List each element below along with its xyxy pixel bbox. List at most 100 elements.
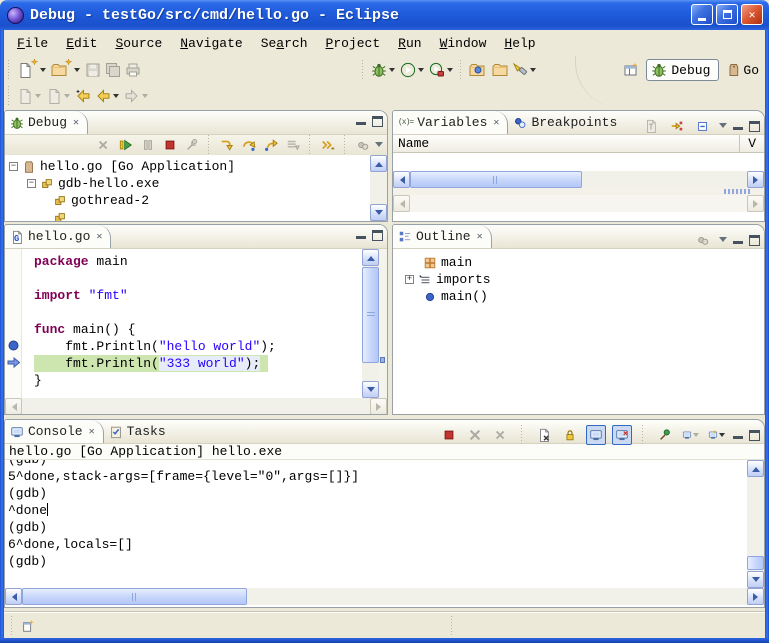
menu-source[interactable]: Source bbox=[106, 34, 171, 53]
current-debug-line[interactable]: fmt.Println("333 world"); bbox=[34, 355, 362, 372]
minimize-view-button[interactable] bbox=[733, 434, 743, 439]
column-divider[interactable] bbox=[739, 135, 740, 152]
menu-navigate[interactable]: Navigate bbox=[171, 34, 251, 53]
remove-all-launches-button[interactable] bbox=[491, 425, 511, 445]
external-tools-dropdown[interactable] bbox=[447, 68, 453, 75]
scroll-right-button[interactable] bbox=[747, 171, 764, 188]
remove-all-terminated-button[interactable] bbox=[94, 135, 114, 155]
console-vertical-scrollbar[interactable] bbox=[747, 460, 764, 588]
toolbar-grip[interactable] bbox=[361, 60, 366, 80]
perspective-debug-button[interactable]: Debug bbox=[646, 59, 719, 81]
scroll-left-button[interactable] bbox=[5, 588, 22, 605]
previous-annotation-dropdown[interactable] bbox=[64, 94, 70, 101]
scroll-lock-button[interactable] bbox=[560, 425, 580, 445]
outline-item-package[interactable]: main bbox=[393, 254, 764, 271]
column-name[interactable]: Name bbox=[398, 136, 429, 151]
outline-item-imports[interactable]: + imports bbox=[393, 271, 764, 288]
search-dropdown[interactable] bbox=[530, 68, 536, 75]
scroll-up-button[interactable] bbox=[747, 460, 764, 477]
fast-view-button[interactable] bbox=[18, 616, 38, 636]
pin-console-button[interactable] bbox=[655, 425, 675, 445]
toolbar-grip[interactable] bbox=[7, 86, 12, 106]
close-button[interactable]: ✕ bbox=[741, 4, 763, 25]
code-area[interactable]: package main import "fmt" func main() { … bbox=[22, 249, 362, 398]
scroll-up-button[interactable] bbox=[362, 249, 379, 266]
maximize-view-button[interactable] bbox=[372, 116, 383, 127]
show-logical-structure-button[interactable] bbox=[667, 116, 687, 136]
title-bar[interactable]: Debug - testGo/src/cmd/hello.go - Eclips… bbox=[0, 0, 769, 30]
tab-tasks[interactable]: Tasks bbox=[104, 420, 174, 443]
scroll-left-button[interactable] bbox=[393, 171, 410, 188]
maximize-view-button[interactable] bbox=[749, 121, 760, 132]
debug-launch-button[interactable] bbox=[369, 58, 398, 82]
console-output[interactable]: (gdb) 5^done,stack-args=[frame={level="0… bbox=[5, 460, 764, 588]
collapse-icon[interactable]: − bbox=[27, 179, 36, 188]
editor-vertical-scrollbar[interactable] bbox=[362, 249, 379, 398]
perspective-go-button[interactable]: Go bbox=[724, 58, 761, 82]
tab-console[interactable]: Console ✕ bbox=[5, 420, 104, 443]
toolbar-grip[interactable] bbox=[459, 60, 464, 80]
disconnect-button[interactable] bbox=[182, 135, 202, 155]
minimize-view-button[interactable] bbox=[356, 234, 366, 239]
print-button[interactable] bbox=[123, 58, 143, 82]
last-edit-location-button[interactable] bbox=[73, 84, 93, 108]
maximize-button[interactable] bbox=[716, 4, 738, 25]
suspend-button[interactable] bbox=[138, 135, 158, 155]
variables-horizontal-scrollbar[interactable] bbox=[393, 171, 764, 188]
clear-console-button[interactable] bbox=[534, 425, 554, 445]
display-console-dropdown[interactable] bbox=[693, 433, 699, 440]
step-over-button[interactable] bbox=[239, 135, 259, 155]
view-menu-chevron[interactable] bbox=[719, 123, 727, 132]
console-terminate-button[interactable] bbox=[439, 425, 459, 445]
maximize-view-button[interactable] bbox=[749, 235, 760, 246]
new-folder-button[interactable] bbox=[49, 58, 83, 82]
scroll-right-button[interactable] bbox=[747, 588, 764, 605]
view-menu-chevron[interactable] bbox=[375, 142, 383, 151]
back-button[interactable] bbox=[93, 84, 122, 108]
open-type-button[interactable] bbox=[490, 58, 510, 82]
close-tab-icon[interactable]: ✕ bbox=[477, 231, 483, 243]
new-wizard-button[interactable] bbox=[15, 58, 49, 82]
run-launch-dropdown[interactable] bbox=[418, 68, 424, 75]
drop-to-frame-button[interactable] bbox=[283, 135, 303, 155]
next-annotation-button[interactable] bbox=[15, 84, 44, 108]
debug-tree-item-process[interactable]: − gdb-hello.exe bbox=[5, 175, 387, 192]
scroll-down-button[interactable] bbox=[747, 571, 764, 588]
debug-tree-item-clipped[interactable] bbox=[5, 209, 387, 221]
close-tab-icon[interactable]: ✕ bbox=[73, 117, 79, 129]
expand-icon[interactable]: + bbox=[405, 275, 414, 284]
open-perspective-button[interactable] bbox=[621, 58, 641, 82]
outline-item-main-func[interactable]: main() bbox=[393, 288, 764, 305]
new-folder-dropdown[interactable] bbox=[74, 68, 80, 75]
open-console-dropdown[interactable] bbox=[719, 433, 725, 440]
minimize-view-button[interactable] bbox=[356, 120, 366, 125]
tab-hello-go[interactable]: G hello.go ✕ bbox=[5, 225, 111, 248]
show-stdout-button[interactable] bbox=[586, 425, 606, 445]
tab-outline[interactable]: Outline ✕ bbox=[393, 225, 492, 248]
menu-edit[interactable]: Edit bbox=[57, 34, 106, 53]
minimize-view-button[interactable] bbox=[733, 239, 743, 244]
show-type-names-button[interactable] bbox=[641, 116, 661, 136]
outline-toolbar-button[interactable] bbox=[693, 230, 713, 250]
previous-annotation-button[interactable] bbox=[44, 84, 73, 108]
scroll-thumb[interactable] bbox=[747, 556, 764, 570]
editor-body[interactable]: package main import "fmt" func main() { … bbox=[5, 249, 387, 398]
sash-grip[interactable] bbox=[724, 189, 750, 194]
column-value[interactable]: V bbox=[748, 136, 756, 151]
close-tab-icon[interactable]: ✕ bbox=[96, 231, 102, 243]
maximize-view-button[interactable] bbox=[372, 230, 383, 241]
debug-vertical-scrollbar[interactable] bbox=[370, 155, 387, 221]
scroll-thumb[interactable] bbox=[410, 171, 582, 188]
scroll-thumb[interactable] bbox=[362, 267, 379, 363]
terminate-button[interactable] bbox=[160, 135, 180, 155]
menu-file[interactable]: File bbox=[8, 34, 57, 53]
resume-button[interactable] bbox=[116, 135, 136, 155]
step-return-button[interactable] bbox=[261, 135, 281, 155]
remove-launch-button[interactable] bbox=[465, 425, 485, 445]
use-step-filters-button[interactable] bbox=[318, 135, 338, 155]
run-launch-button[interactable] bbox=[398, 58, 427, 82]
minimize-button[interactable] bbox=[691, 4, 713, 25]
toolbar-grip[interactable] bbox=[7, 60, 12, 80]
console-horizontal-scrollbar[interactable] bbox=[5, 588, 764, 605]
tab-variables[interactable]: (x)= Variables ✕ bbox=[393, 111, 508, 134]
